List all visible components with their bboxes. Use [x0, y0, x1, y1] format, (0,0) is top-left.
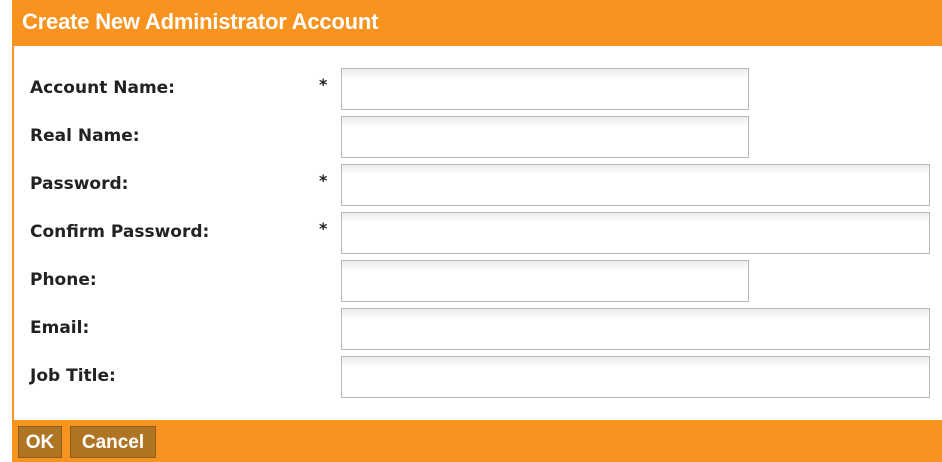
job-title-input[interactable] [341, 356, 930, 398]
password-input[interactable] [341, 164, 930, 206]
phone-label: Phone: [30, 270, 97, 290]
real-name-input[interactable] [341, 116, 749, 158]
password-label: Password: [30, 174, 129, 194]
dialog-title: Create New Administrator Account [22, 9, 379, 34]
account-name-label: Account Name: [30, 78, 175, 98]
real-name-label: Real Name: [30, 126, 140, 146]
form-row-real-name: Real Name: [14, 116, 942, 158]
job-title-label: Job Title: [30, 366, 116, 386]
form-row-phone: Phone: [14, 260, 942, 302]
account-name-required-mark: * [319, 75, 328, 94]
form-row-job-title: Job Title: [14, 356, 942, 398]
password-required-mark: * [319, 171, 328, 190]
ok-button[interactable]: OK [18, 426, 62, 458]
create-admin-dialog: Create New Administrator Account Account… [12, 0, 942, 462]
form-row-email: Email: [14, 308, 942, 350]
email-input[interactable] [341, 308, 930, 350]
account-name-input[interactable] [341, 68, 749, 110]
dialog-title-bar: Create New Administrator Account [12, 0, 942, 46]
dialog-button-bar: OK Cancel [12, 420, 942, 462]
form-row-confirm-password: Confirm Password: * [14, 212, 942, 254]
form-row-account-name: Account Name: * [14, 68, 942, 110]
confirm-password-required-mark: * [319, 219, 328, 238]
cancel-button[interactable]: Cancel [70, 426, 156, 458]
confirm-password-input[interactable] [341, 212, 930, 254]
form-row-password: Password: * [14, 164, 942, 206]
email-label: Email: [30, 318, 90, 338]
confirm-password-label: Confirm Password: [30, 222, 210, 242]
phone-input[interactable] [341, 260, 749, 302]
